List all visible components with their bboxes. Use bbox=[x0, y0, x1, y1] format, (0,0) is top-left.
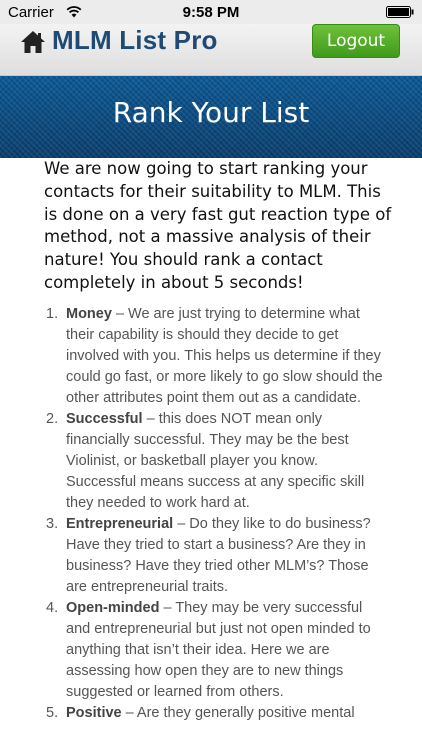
list-item-number: 4. bbox=[46, 600, 59, 616]
list-item-text: – Are they generally positive mental bbox=[121, 705, 355, 721]
list-item-term: Positive bbox=[66, 705, 122, 721]
list-item-number: 1. bbox=[46, 306, 59, 322]
logout-button[interactable]: Logout bbox=[312, 24, 400, 58]
page-banner: Rank Your List bbox=[0, 76, 422, 158]
page-title: Rank Your List bbox=[112, 96, 310, 129]
status-time: 9:58 PM bbox=[182, 4, 240, 21]
list-item-term: Successful bbox=[66, 411, 143, 427]
list-item-term: Entrepreneurial bbox=[66, 516, 174, 532]
ranking-criteria-list: 1. Money – We are just trying to determin… bbox=[46, 304, 386, 724]
list-item: 2. Successful – this does NOT mean only f… bbox=[46, 409, 386, 514]
list-item-number: 3. bbox=[46, 516, 59, 532]
list-item: 4. Open-minded – They may be very success… bbox=[46, 598, 386, 703]
list-item: 1. Money – We are just trying to determin… bbox=[46, 304, 386, 409]
list-item-number: 2. bbox=[46, 411, 59, 427]
home-icon[interactable] bbox=[20, 30, 46, 54]
status-bar: Carrier 9:58 PM bbox=[0, 0, 422, 24]
list-item-number: 5. bbox=[46, 705, 59, 721]
battery-icon bbox=[386, 6, 414, 18]
list-item-term: Money bbox=[66, 306, 112, 322]
list-item: 5. Positive – Are they generally positive… bbox=[46, 703, 386, 724]
app-title: MLM List Pro bbox=[52, 25, 218, 55]
app-header: MLM List Pro Logout bbox=[0, 24, 422, 76]
list-item-term: Open-minded bbox=[66, 600, 160, 616]
intro-paragraph: We are now going to start ranking your c… bbox=[44, 159, 392, 292]
list-item: 3. Entrepreneurial – Do they like to do b… bbox=[46, 514, 386, 598]
list-item-text: – We are just trying to determine what t… bbox=[66, 306, 383, 406]
